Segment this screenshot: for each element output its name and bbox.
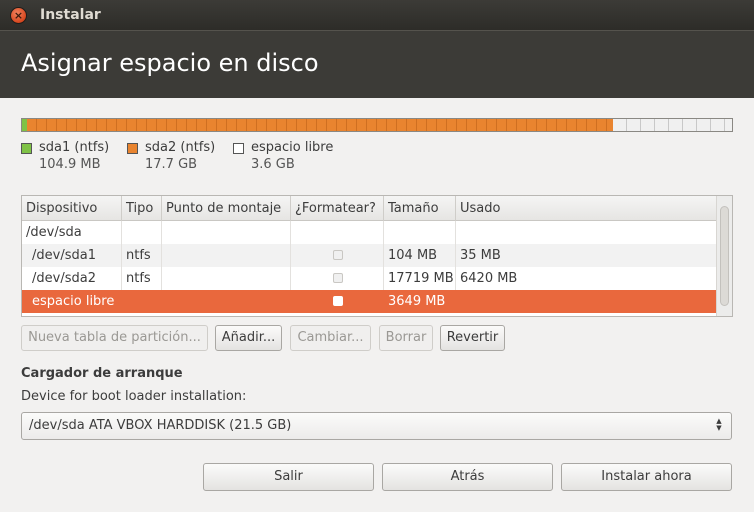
partition-bar-segment-sda2 <box>27 119 613 131</box>
partition-table[interactable]: Dispositivo Tipo Punto de montaje ¿Forma… <box>21 195 733 317</box>
new-partition-table-button[interactable]: Nueva tabla de partición... <box>21 325 208 351</box>
cell-used: 6420 MB <box>460 271 518 286</box>
bootloader-device-label: Device for boot loader installation: <box>21 389 247 404</box>
cell-mount <box>162 221 291 244</box>
updown-arrows-icon: ▲ ▼ <box>716 417 722 432</box>
legend-swatch-free <box>233 143 244 154</box>
page-header: Asignar espacio en disco <box>0 30 754 98</box>
format-checkbox[interactable] <box>333 296 343 306</box>
add-partition-button[interactable]: Añadir... <box>215 325 282 351</box>
table-scrollbar[interactable] <box>716 196 732 316</box>
column-header-mount[interactable]: Punto de montaje <box>162 196 291 221</box>
window-title: Instalar <box>40 7 101 23</box>
cell-used: 35 MB <box>460 248 501 263</box>
legend-swatch-sda2 <box>127 143 138 154</box>
install-now-button[interactable]: Instalar ahora <box>561 463 732 491</box>
cell-type: ntfs <box>122 244 162 267</box>
format-checkbox[interactable] <box>333 250 343 260</box>
revert-button[interactable]: Revertir <box>440 325 505 351</box>
column-header-type[interactable]: Tipo <box>122 196 162 221</box>
cell-size: 104 MB <box>384 244 456 267</box>
quit-button[interactable]: Salir <box>203 463 374 491</box>
cell-mount <box>162 290 291 313</box>
table-row[interactable]: /dev/sda <box>22 221 716 244</box>
bootloader-section-title: Cargador de arranque <box>21 366 183 381</box>
cell-type: ntfs <box>122 267 162 290</box>
column-header-size[interactable]: Tamaño <box>384 196 456 221</box>
cell-used <box>456 290 716 313</box>
column-header-used[interactable]: Usado <box>456 196 716 221</box>
cell-size: 3649 MB <box>384 290 456 313</box>
cell-type <box>122 290 162 313</box>
cell-format <box>291 244 384 267</box>
table-header: Dispositivo Tipo Punto de montaje ¿Forma… <box>22 196 716 221</box>
cell-size <box>384 221 456 244</box>
cell-format <box>291 267 384 290</box>
cell-type <box>122 221 162 244</box>
bootloader-device-value: /dev/sda ATA VBOX HARDDISK (21.5 GB) <box>29 418 292 433</box>
column-header-device[interactable]: Dispositivo <box>22 196 122 221</box>
scrollbar-thumb[interactable] <box>720 206 729 306</box>
legend-name: sda1 (ntfs) <box>39 140 110 155</box>
main-content: sda1 (ntfs) 104.9 MB sda2 (ntfs) 17.7 GB… <box>0 98 754 512</box>
partition-bar <box>21 118 733 132</box>
cell-format <box>291 290 384 313</box>
legend-size: 104.9 MB <box>39 157 101 172</box>
cell-mount <box>162 267 291 290</box>
legend-name: espacio libre <box>251 140 334 155</box>
table-row[interactable]: /dev/sda2 ntfs 17719 MB 6420 MB <box>22 267 716 290</box>
legend-size: 17.7 GB <box>145 157 198 172</box>
back-button[interactable]: Atrás <box>382 463 553 491</box>
table-row[interactable]: /dev/sda1 ntfs 104 MB 35 MB <box>22 244 716 267</box>
cell-used <box>456 221 716 244</box>
title-bar: × Instalar <box>0 0 754 30</box>
cell-device: espacio libre <box>22 290 122 313</box>
cell-device: /dev/sda2 <box>22 267 122 290</box>
delete-partition-button[interactable]: Borrar <box>379 325 433 351</box>
format-checkbox[interactable] <box>333 273 343 283</box>
close-button[interactable]: × <box>10 7 27 24</box>
page-title: Asignar espacio en disco <box>21 49 319 77</box>
cell-device: /dev/sda <box>22 221 122 244</box>
change-partition-button[interactable]: Cambiar... <box>290 325 371 351</box>
legend-name: sda2 (ntfs) <box>145 140 216 155</box>
legend-size: 3.6 GB <box>251 157 295 172</box>
column-header-format[interactable]: ¿Formatear? <box>291 196 384 221</box>
partition-bar-segment-free <box>613 119 732 131</box>
cell-format <box>291 221 384 244</box>
legend-swatch-sda1 <box>21 143 32 154</box>
bootloader-device-select[interactable]: /dev/sda ATA VBOX HARDDISK (21.5 GB) ▲ ▼ <box>21 412 732 440</box>
cell-mount <box>162 244 291 267</box>
cell-size: 17719 MB <box>384 267 456 290</box>
table-row-selected[interactable]: espacio libre 3649 MB <box>22 290 716 313</box>
close-icon: × <box>13 9 24 22</box>
cell-device: /dev/sda1 <box>22 244 122 267</box>
